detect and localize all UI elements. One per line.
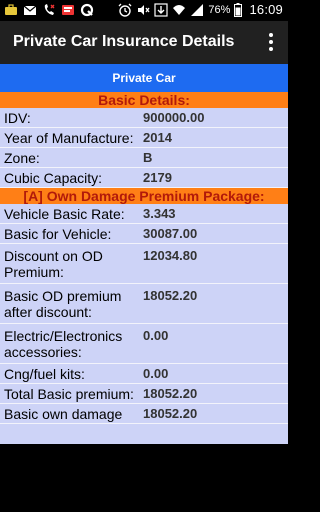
- system-icons: 76% 16:09: [118, 2, 283, 17]
- status-bar: 76% 16:09: [0, 0, 288, 21]
- detail-row-zone: Zone: B: [0, 148, 288, 168]
- row-label: Discount on OD Premium:: [4, 248, 103, 280]
- row-label: Basic OD premium after discount:: [4, 288, 122, 320]
- sms-icon: [61, 3, 75, 17]
- detail-row-discount: Discount on OD Premium: 12034.80: [0, 244, 288, 284]
- detail-row-year: Year of Manufacture: 2014: [0, 128, 288, 148]
- row-value: 2014: [143, 130, 172, 145]
- email-icon: [23, 3, 37, 17]
- row-label: Basic for Vehicle:: [4, 226, 112, 242]
- row-value: 18052.20: [143, 386, 198, 401]
- detail-row-od-after-discount: Basic OD premium after discount: 18052.2…: [0, 284, 288, 324]
- mute-icon: [136, 3, 150, 17]
- row-value: 18052.20: [143, 406, 198, 421]
- row-label: Year of Manufacture:: [4, 130, 134, 146]
- row-label: IDV:: [4, 110, 31, 126]
- alarm-icon: [118, 3, 132, 17]
- row-value: 12034.80: [143, 248, 198, 263]
- detail-row-total-basic: Total Basic premium: 18052.20: [0, 384, 288, 404]
- row-label: Total Basic premium:: [4, 386, 134, 402]
- detail-row-cng: Cng/fuel kits: 0.00: [0, 364, 288, 384]
- wifi-icon: [172, 3, 186, 17]
- row-label: Cng/fuel kits:: [4, 366, 85, 382]
- clock: 16:09: [249, 2, 283, 17]
- missed-call-icon: [42, 3, 56, 17]
- battery-icon: [234, 2, 243, 17]
- signal-icon: [190, 3, 204, 17]
- detail-row-idv: IDV: 900000.00: [0, 108, 288, 128]
- more-vert-icon[interactable]: [268, 33, 274, 51]
- row-value: 2179: [143, 170, 172, 185]
- detail-row-basic-own-damage: Basic own damage 18052.20: [0, 404, 288, 424]
- app-bar: Private Car Insurance Details: [0, 21, 288, 64]
- detail-row-electronics: Electric/Electronics accessories: 0.00: [0, 324, 288, 364]
- row-label: Cubic Capacity:: [4, 170, 103, 186]
- detail-row-basic-rate: Vehicle Basic Rate: 3.343: [0, 204, 288, 224]
- row-label: Basic own damage: [4, 406, 123, 422]
- row-value: 30087.00: [143, 226, 198, 241]
- row-value: 0.00: [143, 328, 169, 343]
- detail-row-basic-vehicle: Basic for Vehicle: 30087.00: [0, 224, 288, 244]
- notification-icons: [4, 3, 94, 17]
- row-label: Vehicle Basic Rate:: [4, 206, 125, 222]
- row-value: B: [143, 150, 153, 165]
- bottom-black-area: [0, 444, 288, 512]
- row-label: Electric/Electronics accessories:: [4, 328, 123, 360]
- battery-percent: 76%: [208, 3, 231, 16]
- page-title: Private Car Insurance Details: [13, 33, 235, 50]
- download-icon: [154, 2, 169, 17]
- row-label: Zone:: [4, 150, 40, 166]
- section-header-od: [A] Own Damage Premium Package:: [0, 188, 288, 204]
- section-header-basic: Basic Details:: [0, 92, 288, 108]
- vehicle-type-banner: Private Car: [0, 64, 288, 92]
- briefcase-icon: [4, 3, 18, 17]
- row-value: 3.343: [143, 206, 176, 221]
- row-value: 18052.20: [143, 288, 198, 303]
- row-value: 0.00: [143, 366, 169, 381]
- row-value: 900000.00: [143, 110, 205, 125]
- detail-row-cc: Cubic Capacity: 2179: [0, 168, 288, 188]
- q-app-icon: [80, 3, 94, 17]
- details-content[interactable]: Private Car Basic Details: IDV: 900000.0…: [0, 64, 288, 444]
